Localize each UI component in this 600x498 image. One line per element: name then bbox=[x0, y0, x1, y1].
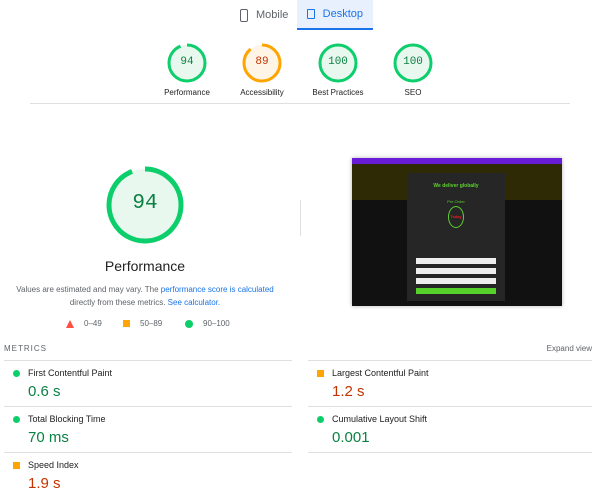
score-value: 94 bbox=[180, 56, 194, 68]
triangle-icon bbox=[66, 319, 74, 328]
legend-poor: 0–49 bbox=[66, 319, 102, 328]
metric-name: Cumulative Layout Shift bbox=[332, 414, 428, 424]
tab-mobile[interactable]: Mobile bbox=[230, 0, 298, 30]
score-gauge-seo[interactable]: 100 SEO bbox=[373, 42, 453, 97]
screenshot-today: Today bbox=[448, 206, 464, 228]
circle-icon bbox=[185, 319, 193, 328]
divider bbox=[300, 200, 301, 236]
phone-icon bbox=[240, 8, 248, 22]
metric-speed-index: Speed Index 1.9 s bbox=[12, 460, 292, 492]
score-gauge-best-practices[interactable]: 100 Best Practices bbox=[298, 42, 378, 97]
circle-icon bbox=[13, 416, 20, 423]
page-screenshot[interactable]: We deliver globally Pre Order Today bbox=[352, 158, 562, 306]
circle-icon bbox=[317, 416, 324, 423]
score-value: 100 bbox=[328, 56, 348, 68]
score-gauge-accessibility[interactable]: 89 Accessibility bbox=[222, 42, 302, 97]
score-label: SEO bbox=[404, 88, 422, 97]
metric-name: Speed Index bbox=[28, 460, 79, 470]
divider bbox=[30, 103, 570, 104]
score-value: 100 bbox=[403, 56, 423, 68]
metric-first-contentful-paint: First Contentful Paint 0.6 s bbox=[12, 368, 292, 400]
metric-name: Largest Contentful Paint bbox=[332, 368, 429, 378]
metric-value: 0.001 bbox=[332, 429, 370, 446]
legend-average: 50–89 bbox=[123, 319, 162, 328]
tab-desktop[interactable]: Desktop bbox=[297, 0, 373, 30]
metric-name: First Contentful Paint bbox=[28, 368, 113, 378]
performance-gauge-large: 94 bbox=[105, 165, 185, 245]
metric-cumulative-layout-shift: Cumulative Layout Shift 0.001 bbox=[316, 414, 596, 446]
score-value: 89 bbox=[255, 56, 269, 68]
square-icon bbox=[13, 462, 20, 469]
square-icon bbox=[123, 320, 130, 327]
metrics-header: METRICS bbox=[4, 344, 47, 353]
performance-title: Performance bbox=[104, 258, 186, 274]
screenshot-heading: We deliver globally bbox=[433, 183, 479, 189]
metric-total-blocking-time: Total Blocking Time 70 ms bbox=[12, 414, 292, 446]
performance-description: Values are estimated and may vary. The p… bbox=[16, 285, 274, 307]
metric-value: 1.2 s bbox=[332, 383, 365, 400]
divider bbox=[308, 406, 592, 407]
circle-icon bbox=[13, 370, 20, 377]
metric-value: 70 ms bbox=[28, 429, 69, 446]
divider bbox=[4, 406, 292, 407]
legend-good: 90–100 bbox=[185, 319, 230, 328]
screenshot-preorder: Pre Order bbox=[447, 199, 465, 204]
divider bbox=[4, 452, 292, 453]
expand-view-button[interactable]: Expand view bbox=[547, 344, 592, 353]
divider bbox=[308, 452, 592, 453]
metric-largest-contentful-paint: Largest Contentful Paint 1.2 s bbox=[316, 368, 596, 400]
metric-name: Total Blocking Time bbox=[28, 414, 106, 424]
score-calculated-link[interactable]: performance score is calculated bbox=[161, 285, 274, 294]
score-label: Performance bbox=[164, 88, 210, 97]
metric-value: 1.9 s bbox=[28, 475, 61, 492]
metric-value: 0.6 s bbox=[28, 383, 61, 400]
divider bbox=[4, 360, 292, 361]
see-calculator-link[interactable]: See calculator. bbox=[168, 298, 220, 307]
score-gauge-performance[interactable]: 94 Performance bbox=[147, 42, 227, 97]
divider bbox=[308, 360, 592, 361]
score-label: Accessibility bbox=[240, 88, 284, 97]
performance-score: 94 bbox=[132, 192, 158, 215]
square-icon bbox=[317, 370, 324, 377]
laptop-icon bbox=[307, 9, 315, 19]
score-label: Best Practices bbox=[312, 88, 364, 97]
